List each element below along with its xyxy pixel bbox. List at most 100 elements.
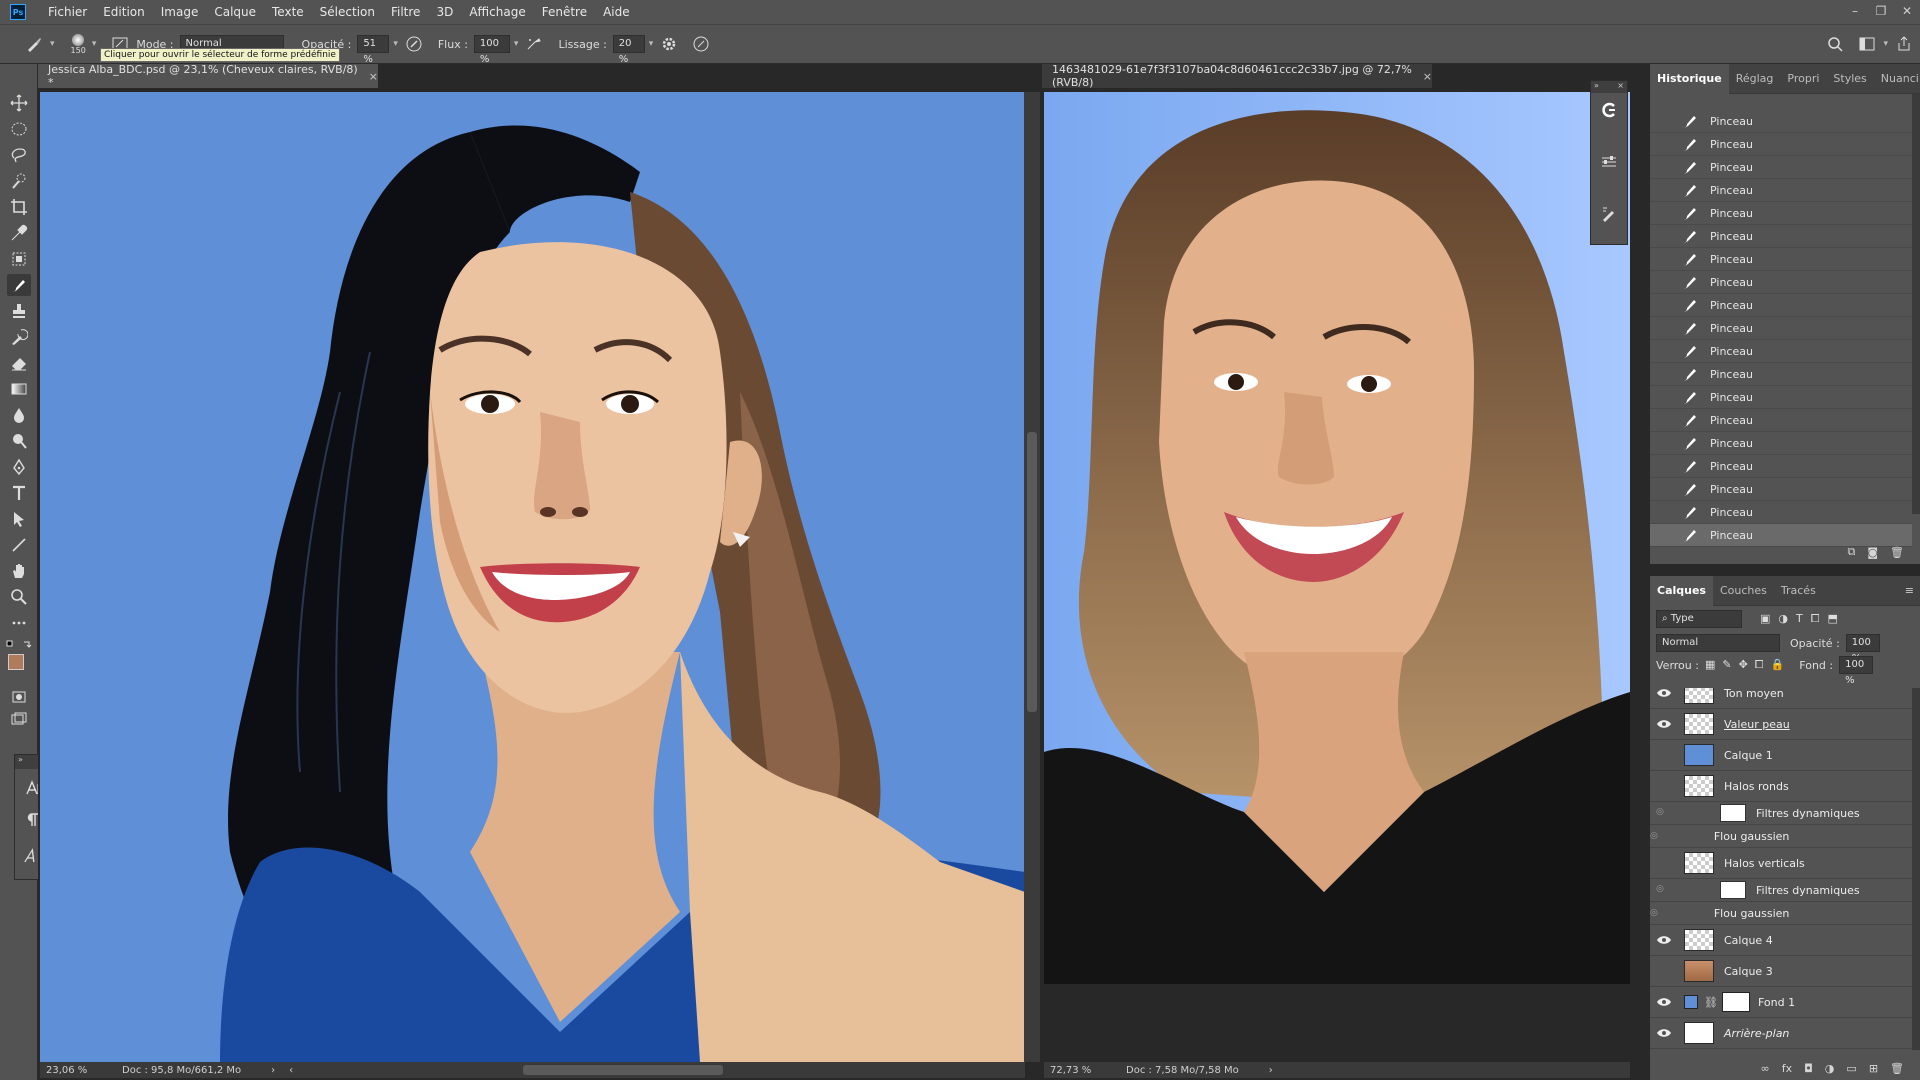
tab-styles[interactable]: Styles [1826,64,1873,94]
history-item[interactable]: Pinceau [1650,133,1912,156]
expand-icon[interactable]: » [18,755,23,769]
layers-scrollbar[interactable] [1912,688,1920,1050]
chevron-down-icon[interactable]: ▾ [1883,39,1888,49]
more-tools-icon[interactable] [7,612,31,634]
layer-row[interactable]: Ton moyen [1650,688,1912,709]
layer-filter-type[interactable]: ⌕ Type [1656,610,1742,628]
airbrush-icon[interactable] [524,34,544,54]
history-item[interactable]: Pinceau [1650,455,1912,478]
history-item[interactable]: Pinceau [1650,317,1912,340]
restore-icon[interactable]: ❐ [1868,0,1894,24]
chevron-down-icon[interactable]: ▾ [649,39,654,49]
flow-field[interactable]: 100 % [473,35,510,65]
hand-tool-icon[interactable] [7,560,31,582]
crop-tool-icon[interactable] [7,196,31,218]
zoom-level[interactable]: 23,06 % [46,1065,106,1076]
brush-settings-icon[interactable] [1597,203,1621,225]
blur-tool-icon[interactable] [7,404,31,426]
layer-row[interactable]: Calque 4 [1650,925,1912,956]
menu-aide[interactable]: Aide [595,0,638,24]
visibility-eye-icon[interactable] [1656,934,1672,946]
canvas-painting[interactable] [40,92,1025,1062]
history-item[interactable]: Pinceau [1650,501,1912,524]
minimize-icon[interactable]: – [1842,0,1868,24]
layer-row[interactable]: Valeur peau [1650,709,1912,740]
history-item[interactable]: Pinceau [1650,156,1912,179]
history-item[interactable]: Pinceau [1650,179,1912,202]
visibility-toggle-empty[interactable] [1656,780,1672,792]
brush-tool-icon[interactable] [7,274,31,296]
document-tab-1[interactable]: Jessica Alba_BDC.psd @ 23,1% (Cheveux cl… [38,63,378,89]
menu-fichier[interactable]: Fichier [40,0,95,24]
history-item[interactable]: Pinceau [1650,202,1912,225]
visibility-toggle-empty[interactable] [1656,857,1672,869]
chevron-down-icon[interactable]: ▾ [92,39,97,49]
filter-eye-icon[interactable]: ◎ [1650,908,1658,918]
layer-opacity-field[interactable]: 100 % [1845,634,1880,664]
eyedropper-tool-icon[interactable] [7,222,31,244]
default-colors-icon[interactable] [6,640,32,650]
scrollbar-thumb[interactable] [1027,432,1037,712]
history-brush-tool-icon[interactable] [7,326,31,348]
stamp-tool-icon[interactable] [7,300,31,322]
libraries-icon[interactable] [1597,99,1621,121]
history-item[interactable]: Pinceau [1650,409,1912,432]
tab-couches[interactable]: Couches [1713,576,1774,606]
workspace-switcher-icon[interactable] [1857,34,1877,54]
layer-row[interactable]: ◎ Flou gaussien [1650,902,1912,925]
new-group-folder-icon[interactable]: ▭ [1846,1062,1856,1075]
history-item[interactable]: Pinceau [1650,271,1912,294]
line-tool-icon[interactable] [7,534,31,556]
history-item[interactable]: Pinceau [1650,432,1912,455]
menu-fenetre[interactable]: Fenêtre [534,0,595,24]
gradient-tool-icon[interactable] [7,378,31,400]
filter-visibility-icon[interactable]: ◎ [1656,807,1672,819]
history-scrollbar[interactable] [1912,94,1920,514]
chevron-down-icon[interactable]: ▾ [50,39,55,49]
history-item[interactable]: Pinceau [1650,340,1912,363]
layer-row[interactable]: ◎ Filtres dynamiques [1650,802,1912,825]
history-item[interactable]: Pinceau [1650,478,1912,501]
type-tool-icon[interactable] [7,482,31,504]
vertical-scrollbar[interactable] [1024,92,1040,1062]
history-item[interactable]: Pinceau [1650,386,1912,409]
visibility-toggle-empty[interactable] [1656,965,1672,977]
layer-row[interactable]: ◎ Filtres dynamiques [1650,879,1912,902]
menu-image[interactable]: Image [153,0,207,24]
close-icon[interactable]: × [1617,81,1624,93]
layer-row[interactable]: Halos ronds [1650,771,1912,802]
tab-historique[interactable]: Historique [1650,63,1729,94]
trash-icon[interactable]: 🗑 [1890,546,1904,559]
marquee-tool-icon[interactable] [7,118,31,140]
visibility-eye-icon[interactable] [1656,996,1672,1008]
history-item[interactable]: Pinceau [1650,225,1912,248]
new-document-from-state-icon[interactable]: ⧉ [1847,545,1855,559]
history-item[interactable]: Pinceau [1650,110,1912,133]
pressure-opacity-icon[interactable] [404,34,424,54]
visibility-toggle-empty[interactable] [1656,749,1672,761]
chevron-right-icon[interactable]: › [1269,1065,1273,1076]
menu-calque[interactable]: Calque [206,0,264,24]
chevron-down-icon[interactable]: ▾ [393,39,398,49]
chevron-left-icon[interactable]: ‹ [289,1065,293,1076]
adjustment-layer-icon[interactable]: ◑ [1825,1062,1835,1075]
close-tab-icon[interactable]: × [1423,70,1432,83]
document-tab-2[interactable]: 1463481029-61e7f3f3107ba04c8d60461ccc2c3… [1042,63,1432,89]
opacity-field[interactable]: 51 % [357,35,390,65]
layer-row[interactable]: Calque 3 [1650,956,1912,987]
eraser-tool-icon[interactable] [7,352,31,374]
layer-row[interactable]: Calque 1 [1650,740,1912,771]
close-icon[interactable]: ✕ [1894,0,1920,24]
lasso-tool-icon[interactable] [7,144,31,166]
layer-row[interactable]: Halos verticals [1650,848,1912,879]
smoothing-field[interactable]: 20 % [612,35,645,65]
link-layers-icon[interactable]: ∞ [1761,1062,1770,1075]
search-icon[interactable] [1825,34,1845,54]
screen-mode-icon[interactable] [7,708,31,730]
zoom-tool-icon[interactable] [7,586,31,608]
menu-affichage[interactable]: Affichage [461,0,533,24]
history-item[interactable]: Pinceau [1650,294,1912,317]
history-item[interactable]: Pinceau [1650,363,1912,386]
blend-mode-select[interactable]: Normal [1656,634,1780,652]
lock-icons[interactable]: ▦✎✥⧠🔒 [1705,658,1791,672]
